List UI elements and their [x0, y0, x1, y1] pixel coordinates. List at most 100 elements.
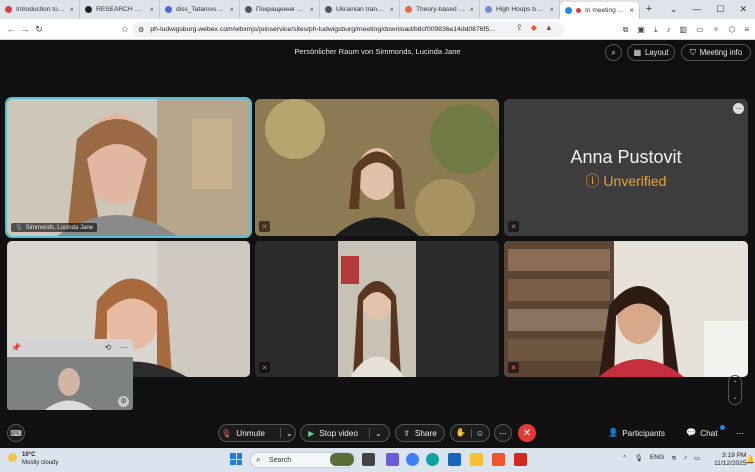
battery-icon[interactable]: ▭ [694, 454, 700, 462]
layout-button[interactable]: ▦ Layout [627, 44, 675, 61]
end-call-button[interactable]: ✕ [518, 424, 536, 442]
notification-bell-icon[interactable]: 🔔 [745, 455, 755, 464]
close-window-icon[interactable]: ✕ [739, 0, 747, 19]
emoji-icon[interactable]: ☺ [470, 428, 484, 438]
leo-icon[interactable]: ✧ [713, 22, 720, 37]
windows-start-icon[interactable] [230, 453, 242, 465]
chevron-down-icon[interactable]: ⌄ [368, 428, 382, 438]
chat-notification-badge [720, 425, 725, 430]
chevron-up-icon[interactable]: ⌃ [622, 454, 628, 462]
chat-button[interactable]: 💬 Chat [686, 428, 718, 438]
site-settings-icon[interactable]: ⚙ [138, 26, 144, 34]
brave-icon[interactable] [492, 453, 505, 466]
media-icon[interactable]: ♪ [667, 22, 671, 37]
teams-icon[interactable] [386, 453, 399, 466]
speaker-icon[interactable]: ♪ [684, 454, 687, 462]
url-bar[interactable]: ⚙ ph-ludwigsburg.webex.com/wbxmjs/joinse… [132, 22, 564, 37]
video-tile-1[interactable]: 🎙 Simmonds, Lucinda Jane [5, 97, 252, 238]
minimize-icon[interactable]: — [692, 0, 701, 19]
chevron-up-icon[interactable]: ⌃ [732, 380, 737, 387]
tab-3[interactable]: Покращення плану д× [240, 0, 320, 19]
more-options-icon[interactable]: ⋯ [733, 103, 744, 114]
stop-video-button[interactable]: ▶ Stop video ⌄ [300, 424, 390, 442]
file-explorer-icon[interactable] [470, 453, 483, 466]
back-icon[interactable]: ← [4, 24, 18, 34]
settings-icon[interactable]: ⚙ [118, 396, 129, 407]
tab-favicon-icon [245, 6, 252, 13]
video-tile-6[interactable]: ✕ [504, 241, 748, 377]
zoom-button[interactable]: ⌕ [605, 44, 622, 61]
wallet-icon[interactable]: ▭ [696, 22, 704, 37]
raise-hand-icon[interactable]: ✋ [456, 428, 466, 438]
weather-icon [8, 453, 17, 462]
tab-4[interactable]: Ukrainian translation× [320, 0, 400, 19]
brave-shield-icon[interactable]: ◆ [531, 23, 537, 32]
chevron-down-icon[interactable]: ⌄ [670, 0, 678, 19]
close-icon[interactable]: × [69, 5, 74, 14]
reload-icon[interactable]: ↻ [32, 24, 46, 35]
more-icon: ⋯ [498, 429, 508, 438]
webex-icon [565, 7, 572, 14]
copilot-icon[interactable] [406, 453, 419, 466]
menu-icon[interactable]: ≡ [744, 22, 749, 37]
close-icon[interactable]: × [229, 5, 234, 14]
close-icon[interactable]: × [309, 5, 314, 14]
self-view[interactable]: 📌 ⟲ ⋯ ⚙ [7, 339, 133, 410]
acrobat-icon[interactable] [514, 453, 527, 466]
more-icon[interactable]: ⋯ [119, 343, 129, 353]
vpn-icon[interactable]: ⬡ [728, 22, 735, 37]
more-panels-button[interactable]: ⋯ [736, 428, 744, 438]
task-view-icon[interactable] [362, 453, 375, 466]
swap-icon[interactable]: ⟲ [103, 343, 113, 353]
wifi-icon[interactable]: ≋ [671, 454, 677, 462]
captions-button[interactable]: ⌨ [7, 424, 25, 442]
pin-icon[interactable]: 📌 [11, 343, 21, 353]
close-icon: ✕ [522, 427, 532, 439]
widgets-icon[interactable] [330, 453, 354, 466]
muted-mic-icon: ✕ [259, 362, 270, 373]
tab-0[interactable]: Introduction to note-t× [0, 0, 80, 19]
chevron-down-icon[interactable]: ⌄ [279, 428, 293, 438]
video-tile-5[interactable]: ✕ [255, 241, 499, 377]
share-button[interactable]: ⇪ Share [395, 424, 445, 442]
clock[interactable]: 3:19 PM 11/12/2025 [714, 452, 747, 468]
close-icon[interactable]: × [149, 5, 154, 14]
store-icon[interactable] [448, 453, 461, 466]
participants-button[interactable]: 👤 Participants [608, 428, 665, 438]
forward-icon[interactable]: → [18, 24, 32, 34]
tab-1[interactable]: RESEARCH GROUP LI× [80, 0, 160, 19]
sidebar-icon[interactable]: ▥ [680, 22, 688, 37]
share-screen-icon: ⇪ [403, 428, 410, 438]
video-tile-2[interactable]: ✕ [255, 99, 499, 236]
bookmark-icon[interactable]: ☆ [118, 24, 132, 35]
meeting-info-button[interactable]: ⛉ Meeting info [681, 44, 751, 61]
close-icon[interactable]: × [389, 5, 394, 14]
microphone-icon[interactable]: 🎙 [635, 454, 643, 462]
mic-icon: 🎙 [15, 225, 23, 231]
share-page-icon[interactable]: ⇪ [516, 23, 523, 32]
more-options-button[interactable]: ⋯ [494, 424, 512, 442]
self-view-toolbar: 📌 ⟲ ⋯ [7, 339, 133, 357]
download-icon[interactable]: ⤓ [654, 22, 658, 37]
extensions-icon[interactable]: ⧉ [623, 22, 629, 37]
new-tab-button[interactable]: + [640, 0, 658, 19]
participant-video [7, 99, 250, 236]
video-tile-3[interactable]: Anna Pustovit ⓘ Unverified ⋯ ✕ [504, 99, 748, 236]
close-icon[interactable]: × [469, 5, 474, 14]
tab-in-meeting[interactable]: In meeting - W × [560, 2, 640, 19]
close-icon[interactable]: × [549, 5, 554, 14]
close-icon[interactable]: × [629, 6, 634, 15]
maximize-icon[interactable]: ☐ [716, 0, 724, 19]
unmute-button[interactable]: 🎙 Unmute ⌄ [218, 424, 296, 442]
rewards-icon[interactable]: ▲ [545, 23, 553, 32]
shield-icon: ⛉ [689, 47, 696, 57]
chevron-down-icon[interactable]: ⌄ [732, 394, 737, 401]
participant-video [255, 99, 499, 236]
tab-2[interactable]: diss_Tatarovska.pdf× [160, 0, 240, 19]
tab-6[interactable]: High Hoops by Tanm× [480, 0, 560, 19]
tile-scroll-control[interactable]: ⌃ ⌄ [728, 375, 742, 405]
weather-widget[interactable]: 10°C Mostly cloudy [8, 451, 58, 467]
tab-5[interactable]: Theory-based exerci× [400, 0, 480, 19]
screenshot-icon[interactable]: ▣ [637, 22, 645, 37]
edge-icon[interactable] [426, 453, 439, 466]
